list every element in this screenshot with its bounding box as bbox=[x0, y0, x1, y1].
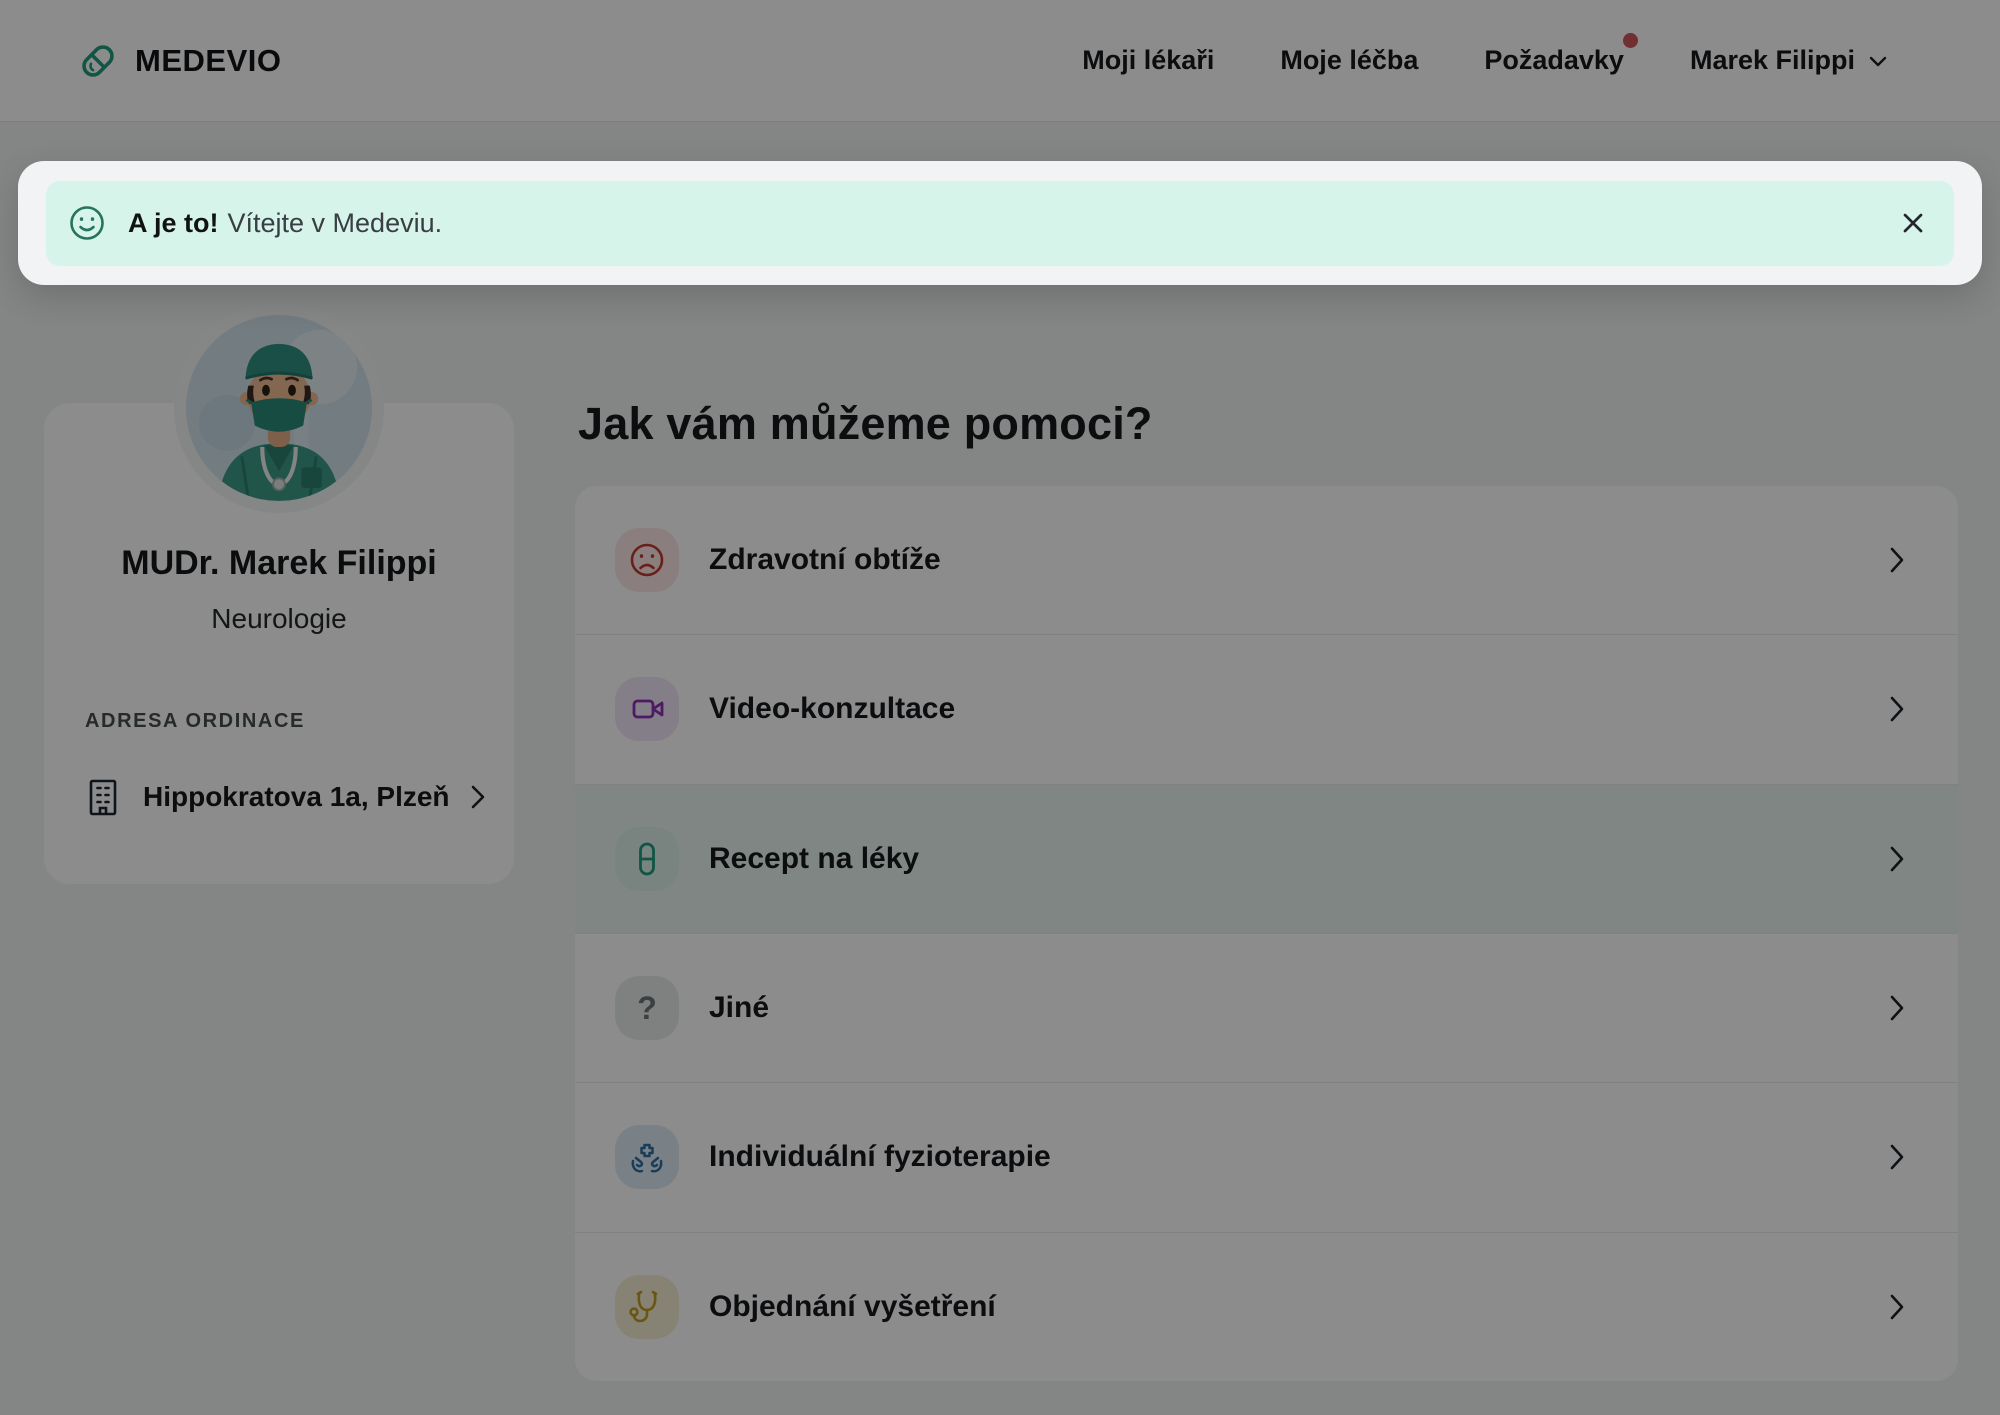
toast-bold-text: A je to! bbox=[128, 208, 219, 239]
smiley-face-icon bbox=[68, 204, 106, 242]
toast-rest-text: Vítejte v Medeviu. bbox=[228, 208, 443, 239]
welcome-toast: A je to! Vítejte v Medeviu. bbox=[46, 181, 1954, 266]
toast-message: A je to! Vítejte v Medeviu. bbox=[128, 208, 442, 239]
close-icon[interactable] bbox=[1896, 206, 1930, 240]
toast-container: A je to! Vítejte v Medeviu. bbox=[18, 161, 1982, 285]
